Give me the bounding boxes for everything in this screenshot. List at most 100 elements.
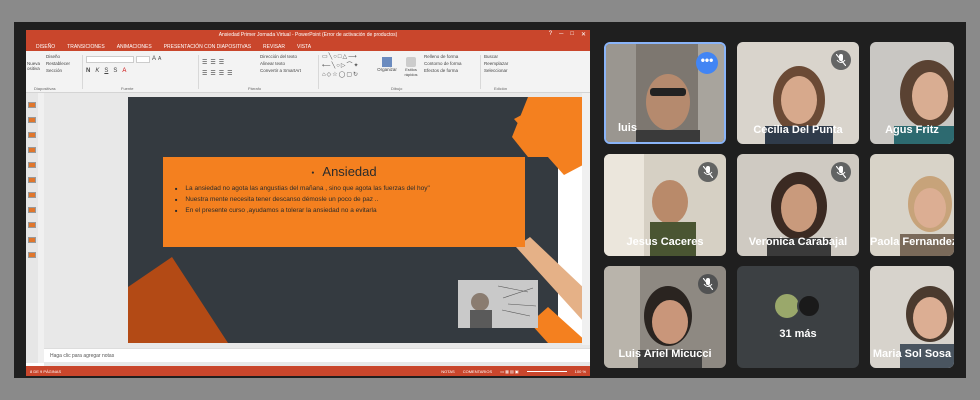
notes-button[interactable]: NOTAS xyxy=(441,369,454,374)
slide-thumbnail[interactable] xyxy=(28,237,36,243)
slide-thumbnail[interactable] xyxy=(28,147,36,153)
slide-thumbnail[interactable] xyxy=(28,117,36,123)
paragraph-align-icons: ☰☰☰ ☰☰☰☰ xyxy=(202,59,262,77)
bold-icon[interactable]: N xyxy=(86,68,90,74)
slide-bullet-list: La ansiedad no agota las angustias del m… xyxy=(175,183,430,216)
minimize-icon[interactable]: ─ xyxy=(559,31,563,38)
align-text-button[interactable]: Alinear texto xyxy=(260,60,301,67)
status-bar: 8 DE 9 PÁGINAS NOTAS COMENTARIOS ▭ ▦ ▤ ▣… xyxy=(26,366,590,376)
quick-styles-icon xyxy=(406,57,416,67)
list-icons[interactable]: ☰☰☰ xyxy=(202,59,262,66)
group-label-diapositivas: Diapositivas xyxy=(34,86,56,91)
slide-workspace: ●Ansiedad La ansiedad no agota las angus… xyxy=(44,93,590,374)
participant-name: Veronica Carabajal xyxy=(748,236,848,248)
participant-tile[interactable]: Luis Ariel Micucci xyxy=(604,266,726,368)
ribbon-divider xyxy=(480,55,481,89)
increase-font-icon[interactable]: A xyxy=(152,56,156,63)
slide-stress-image[interactable] xyxy=(458,280,538,328)
underline-icon[interactable]: S xyxy=(104,68,108,74)
comments-button[interactable]: COMENTARIOS xyxy=(463,369,492,374)
notes-placeholder: Haga clic para agregar notas xyxy=(50,353,115,359)
group-label-parrafo: Párrafo xyxy=(248,86,262,91)
text-direction-button[interactable]: Dirección del texto xyxy=(260,53,301,60)
font-color-icon[interactable]: A xyxy=(122,68,126,74)
close-icon[interactable]: ✕ xyxy=(581,31,586,38)
shape-fill-button[interactable]: Relleno de forma xyxy=(424,53,462,60)
view-icons[interactable]: ▭ ▦ ▤ ▣ xyxy=(500,369,518,374)
notes-pane[interactable]: Haga clic para agregar notas xyxy=(44,348,590,362)
participant-tile[interactable]: Veronica Carabajal xyxy=(737,154,859,256)
slide-scrollbar[interactable] xyxy=(582,93,590,345)
shapes-icon[interactable]: ▭╲○□△⟶ ⟵╲○▷⌒✦ ⌂◇☆◯▢↻ xyxy=(322,53,374,80)
participant-avatar xyxy=(775,294,799,318)
slide-canvas[interactable]: ●Ansiedad La ansiedad no agota las angus… xyxy=(128,97,590,343)
layout-button[interactable]: Diseño xyxy=(46,53,70,60)
ribbon-divider xyxy=(198,55,199,89)
font-name-field[interactable] xyxy=(86,56,134,63)
participant-tile[interactable]: Cecilia Del Punta xyxy=(737,42,859,144)
tab-presentacion[interactable]: PRESENTACIÓN CON DIAPOSITIVAS xyxy=(162,43,253,51)
section-button[interactable]: Sección xyxy=(46,67,70,74)
more-options-button[interactable]: ••• xyxy=(696,52,718,74)
zoom-level[interactable]: 100 % xyxy=(575,369,586,374)
shape-effects-button[interactable]: Efectos de forma xyxy=(424,67,462,74)
slide-text-box[interactable]: ●Ansiedad La ansiedad no agota las angus… xyxy=(163,157,525,247)
slide-thumbnail[interactable] xyxy=(28,132,36,138)
italic-icon[interactable]: K xyxy=(95,68,99,74)
participant-name: Maria Sol Sosa xyxy=(872,348,952,360)
participant-name: Cecilia Del Punta xyxy=(753,124,843,136)
select-button[interactable]: Seleccionar xyxy=(484,67,508,74)
participant-name: Agus Fritz xyxy=(885,124,939,136)
decrease-font-icon[interactable]: A xyxy=(158,56,161,63)
more-participants-tile[interactable]: 31 más xyxy=(737,266,859,368)
participant-tile[interactable]: ••• luis xyxy=(604,42,726,144)
replace-button[interactable]: Reemplazar xyxy=(484,60,508,67)
mic-off-icon xyxy=(698,274,718,294)
tab-revisar[interactable]: REVISAR xyxy=(261,43,287,51)
tab-transiciones[interactable]: TRANSICIONES xyxy=(65,43,107,51)
slide-thumbnail[interactable] xyxy=(28,192,36,198)
tab-diseno[interactable]: DISEÑO xyxy=(34,43,57,51)
title-bullet-icon: ● xyxy=(311,169,315,176)
mic-off-icon xyxy=(831,50,851,70)
slide-bullet: La ansiedad no agota las angustias del m… xyxy=(175,183,429,194)
font-size-field[interactable] xyxy=(136,56,150,63)
align-icons[interactable]: ☰☰☰☰ xyxy=(202,70,262,77)
maximize-icon[interactable]: □ xyxy=(570,31,574,38)
slide-bullet: En el presente curso ,ayudamos a tolerar… xyxy=(175,205,430,216)
slide-counter: 8 DE 9 PÁGINAS xyxy=(30,368,62,374)
ribbon-tabs: DISEÑO TRANSICIONES ANIMACIONES PRESENTA… xyxy=(26,40,590,51)
group-fuente: A A NKSSA xyxy=(86,56,196,74)
participant-tile[interactable]: Paola Fernandez xyxy=(870,154,954,256)
group-label-dibujo: Dibujo xyxy=(391,86,403,91)
slide-thumbnail[interactable] xyxy=(28,177,36,183)
strikethrough-icon[interactable]: S xyxy=(113,68,117,74)
arrange-icon xyxy=(382,57,392,67)
new-slide-label[interactable]: Nueva ositiva xyxy=(27,61,40,71)
brown-triangle-shape xyxy=(128,257,228,343)
slide-thumbnail[interactable] xyxy=(28,222,36,228)
reset-button[interactable]: Restablecer xyxy=(46,60,70,67)
quick-styles-button[interactable]: Estilos rápidos xyxy=(400,57,422,77)
slide-thumbnail[interactable] xyxy=(28,252,36,258)
arrange-button[interactable]: Organizar xyxy=(376,57,398,72)
tab-vista[interactable]: VISTA xyxy=(295,43,313,51)
slide-thumbnail[interactable] xyxy=(28,162,36,168)
zoom-slider[interactable] xyxy=(526,370,567,372)
smartart-button[interactable]: Convertir a SmartArt xyxy=(260,67,301,74)
group-label-edicion: Edición xyxy=(494,86,508,91)
tab-animaciones[interactable]: ANIMACIONES xyxy=(115,43,154,51)
window-title: Ansiedad Primer Jornada Virtual - PowerP… xyxy=(218,32,398,38)
participant-tile[interactable]: Maria Sol Sosa xyxy=(870,266,954,368)
powerpoint-window: Ansiedad Primer Jornada Virtual - PowerP… xyxy=(26,30,590,376)
slide-thumbnail[interactable] xyxy=(28,102,36,108)
participant-name: Luis Ariel Micucci xyxy=(618,348,712,360)
group-dibujo: Relleno de forma Contorno de forma Efect… xyxy=(424,53,462,74)
help-icon[interactable]: ? xyxy=(549,31,552,38)
participant-tile[interactable]: Jesus Caceres xyxy=(604,154,726,256)
slide-thumbnail[interactable] xyxy=(28,207,36,213)
find-button[interactable]: Buscar xyxy=(484,53,508,60)
shape-outline-button[interactable]: Contorno de forma xyxy=(424,60,462,67)
participant-tile[interactable]: Agus Fritz xyxy=(870,42,954,144)
shapes-gallery[interactable]: ▭╲○□△⟶ ⟵╲○▷⌒✦ ⌂◇☆◯▢↻ xyxy=(322,53,374,80)
